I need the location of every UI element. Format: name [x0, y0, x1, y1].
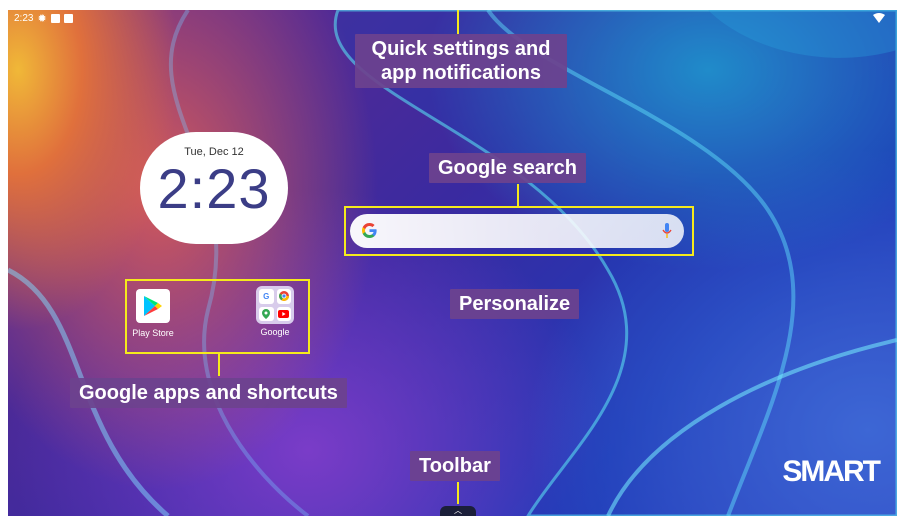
status-time: 2:23: [14, 13, 34, 24]
clock-time: 2:23: [157, 157, 271, 220]
notification-icon: [50, 14, 60, 23]
annotation-quick-settings: Quick settings and app notifications: [355, 34, 567, 88]
status-bar[interactable]: 2:23 ✹: [14, 13, 73, 24]
notification-icon: [63, 14, 73, 23]
annotation-line: [457, 482, 459, 504]
annotation-toolbar: Toolbar: [410, 451, 500, 481]
wifi-icon[interactable]: [873, 13, 885, 23]
annotation-box-search: [344, 206, 694, 256]
chevron-up-icon: ︿: [454, 506, 462, 515]
annotation-google-apps: Google apps and shortcuts: [70, 378, 347, 408]
annotation-line: [517, 184, 519, 206]
annotation-box-apps: [125, 279, 310, 354]
annotation-line: [457, 10, 459, 34]
annotation-line: [218, 354, 220, 376]
toolbar-handle[interactable]: ︿: [440, 506, 476, 516]
smart-logo: SMART: [782, 455, 881, 488]
annotation-personalize: Personalize: [450, 289, 580, 319]
annotation-google-search: Google search: [429, 153, 586, 183]
clock-widget[interactable]: Tue, Dec 12 2:23: [140, 132, 288, 244]
gear-icon: ✹: [37, 12, 47, 25]
